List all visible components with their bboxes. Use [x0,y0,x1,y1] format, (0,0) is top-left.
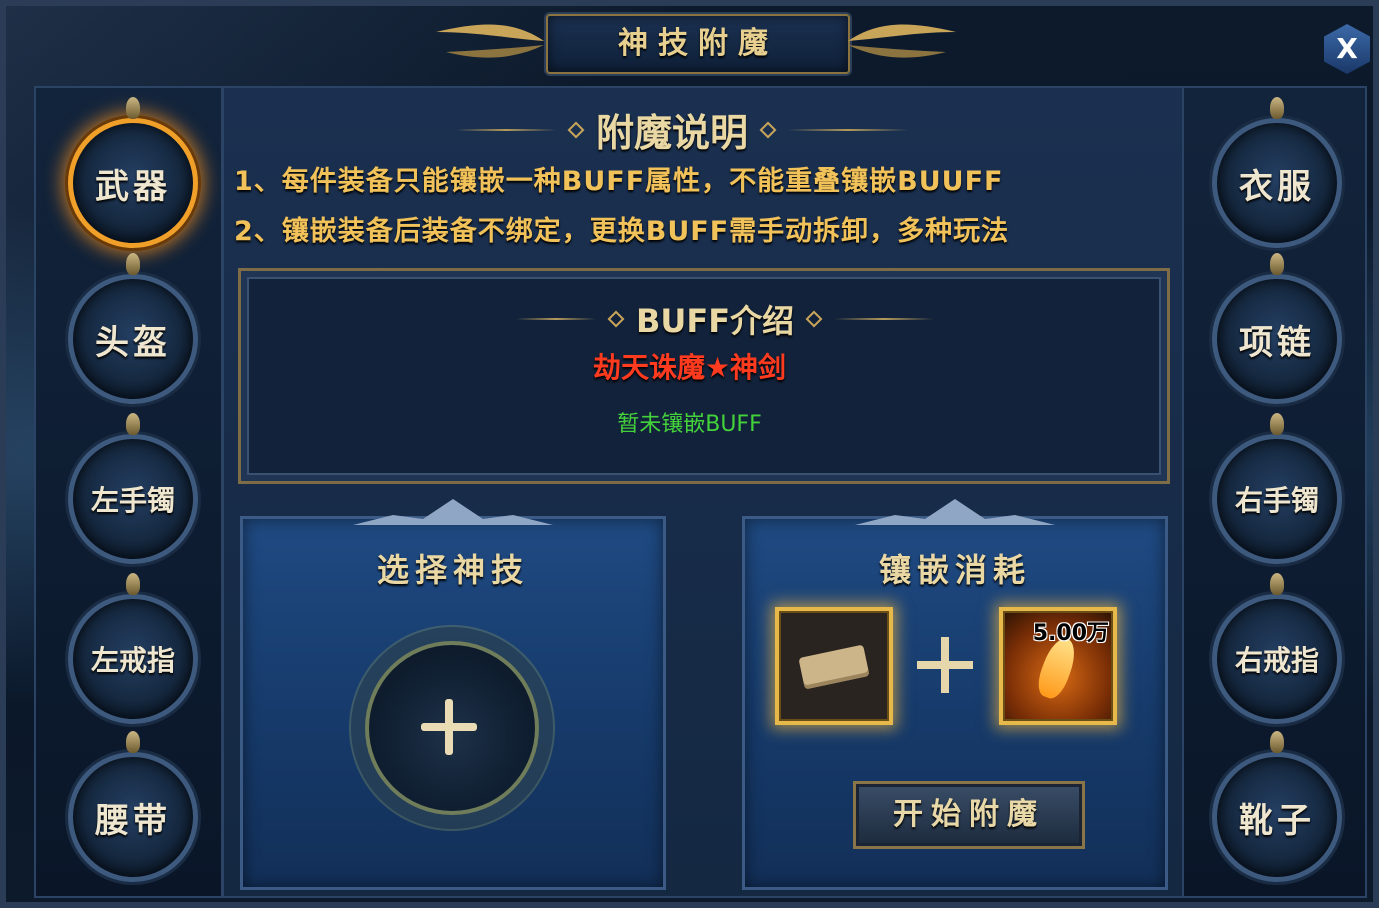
scroll-icon [798,644,870,690]
rule-line-1: 1、每件装备只能镶嵌一种BUFF属性，不能重叠镶嵌BUUFF [234,166,1004,197]
divider [834,318,935,320]
slot-right-bracelet[interactable]: 右手镯 [1212,413,1342,564]
plus-icon [917,637,973,693]
slot-label: 武器 [95,166,171,207]
slot-label: 右戒指 [1234,644,1319,677]
divider [456,128,556,131]
slot-label: 衣服 [1239,166,1315,207]
start-enchant-button[interactable]: 开始附魔 [853,781,1085,849]
equipment-name: 劫天诛魔★神剑 [592,351,787,384]
buff-status: 暂未镶嵌BUFF [617,412,762,437]
slot-right-ring[interactable]: 右戒指 [1212,573,1342,724]
title-ornament-right [848,24,956,58]
slot-ornament-icon [1270,97,1284,119]
slot-left-bracelet[interactable]: 左手镯 [68,413,198,564]
select-skill-panel: 选择神技 [240,499,666,890]
scroll-item-slot[interactable] [775,607,893,725]
enchant-cost-panel: 镶嵌消耗 5.00万 开始附魔 [742,499,1168,890]
diamond-icon [607,310,625,328]
slot-weapon[interactable]: 武器 [68,97,198,248]
slot-ornament-icon [126,731,140,753]
panel-crown-ornament [353,499,553,525]
slot-ornament-icon [126,253,140,275]
slot-ornament-icon [1270,731,1284,753]
slot-ornament-icon [126,573,140,595]
rule-line-2: 2、镶嵌装备后装备不绑定，更换BUFF需手动拆卸，多种玩法 [234,216,1010,247]
slot-label: 左手镯 [90,484,175,517]
close-button[interactable]: X [1324,24,1370,74]
description-heading: 附魔说明 [456,102,909,157]
buff-heading: BUFF介绍 [516,296,935,342]
diamond-icon [805,310,823,328]
buff-title: BUFF介绍 [636,302,795,340]
slot-ornament-icon [1270,253,1284,275]
add-skill-slot[interactable] [365,641,539,815]
window-title: 神技附魔 [546,14,850,74]
slot-label: 靴子 [1239,800,1315,841]
slot-label: 腰带 [95,800,171,841]
slot-ornament-icon [126,97,140,119]
panel-crown-ornament [855,499,1055,525]
left-slot-column: 武器 头盔 左手镯 左戒指 腰带 [34,86,223,898]
slot-label: 右手镯 [1234,484,1319,517]
slot-label: 左戒指 [90,644,175,677]
slot-clothes[interactable]: 衣服 [1212,97,1342,248]
divider [788,128,909,131]
select-skill-title: 选择神技 [376,551,529,589]
right-slot-column: 衣服 项链 右手镯 右戒指 靴子 [1178,86,1367,898]
diamond-icon [759,121,777,138]
slot-boots[interactable]: 靴子 [1212,731,1342,882]
diamond-icon [567,121,585,138]
slot-belt[interactable]: 腰带 [68,731,198,882]
slot-ornament-icon [1270,573,1284,595]
gold-amount: 5.00万 [1032,621,1109,646]
enchant-window: 神技附魔 X 武器 头盔 左手镯 左戒指 腰带 衣服 项链 右手镯 右戒指 靴子… [0,0,1379,908]
divider [516,318,596,320]
enchant-cost-title: 镶嵌消耗 [878,551,1031,589]
gold-item-slot[interactable]: 5.00万 [999,607,1117,725]
description-title: 附魔说明 [596,111,749,155]
title-ornament-left [436,24,544,58]
slot-left-ring[interactable]: 左戒指 [68,573,198,724]
